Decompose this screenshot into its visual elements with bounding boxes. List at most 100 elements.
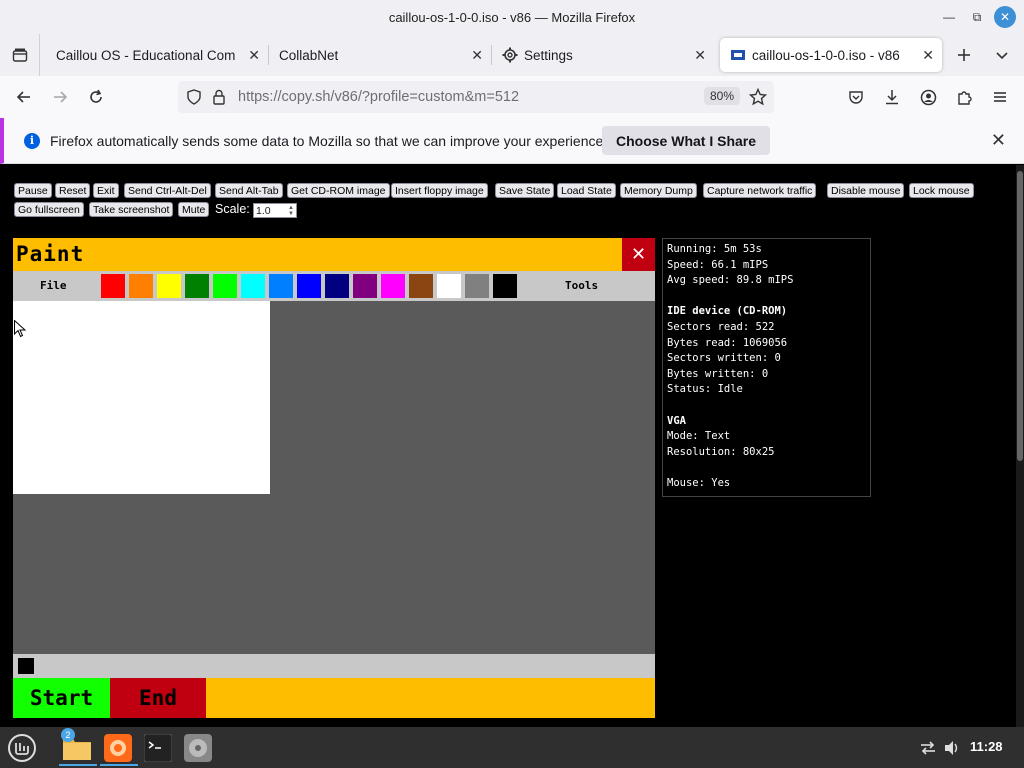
scale-label: Scale: — [215, 202, 250, 216]
pause-button[interactable]: Pause — [14, 183, 52, 198]
take-screenshot-button[interactable]: Take screenshot — [89, 202, 174, 217]
paint-file-menu[interactable]: File — [40, 279, 67, 292]
volume-icon[interactable] — [934, 730, 970, 766]
clock[interactable]: 11:28 — [970, 739, 1003, 754]
tab-collabnet[interactable]: CollabNet ✕ — [269, 38, 491, 72]
vm-screen[interactable]: Paint ✕ File Tools Start End — [13, 238, 655, 718]
color-swatch-sky-blue[interactable] — [269, 274, 293, 298]
extensions-icon[interactable] — [946, 81, 982, 113]
color-swatch-blue[interactable] — [297, 274, 321, 298]
color-swatch-navy[interactable] — [325, 274, 349, 298]
notification-close-icon[interactable]: ✕ — [991, 130, 1006, 151]
zoom-indicator[interactable]: 80% — [704, 87, 741, 105]
tab-v86[interactable]: caillou-os-1-0-0.iso - v86 ✕ — [720, 38, 942, 72]
color-swatch-green[interactable] — [213, 274, 237, 298]
scale-input[interactable]: 1.0 ▲ ▼ — [253, 203, 297, 218]
url-text[interactable]: https://copy.sh/v86/?profile=custom&m=51… — [238, 89, 519, 105]
color-swatch-yellow[interactable] — [157, 274, 181, 298]
start-button[interactable]: Start — [13, 678, 110, 718]
stat-running: Running: 5m 53s — [667, 243, 762, 255]
mouse-pointer-icon — [14, 320, 26, 338]
color-swatch-magenta[interactable] — [381, 274, 405, 298]
color-swatch-cyan[interactable] — [241, 274, 265, 298]
new-tab-icon[interactable] — [946, 39, 982, 71]
end-button[interactable]: End — [110, 678, 206, 718]
terminal-icon[interactable] — [140, 730, 176, 766]
color-swatch-white[interactable] — [437, 274, 461, 298]
emulator-stats-panel: Running: 5m 53s Speed: 66.1 mIPS Avg spe… — [662, 238, 871, 497]
paint-canvas[interactable] — [13, 301, 270, 494]
maximize-icon[interactable]: ⧉ — [966, 6, 988, 28]
choose-what-i-share-button[interactable]: Choose What I Share — [602, 126, 771, 155]
color-swatch-brown[interactable] — [409, 274, 433, 298]
color-swatch-black[interactable] — [493, 274, 517, 298]
hamburger-menu-icon[interactable] — [982, 81, 1018, 113]
navigation-toolbar: https://copy.sh/v86/?profile=custom&m=51… — [0, 76, 1024, 118]
account-icon[interactable] — [910, 81, 946, 113]
scrollbar-thumb[interactable] — [1017, 171, 1023, 461]
color-swatch-purple[interactable] — [353, 274, 377, 298]
list-all-tabs-icon[interactable] — [0, 34, 40, 76]
minimize-icon[interactable]: — — [938, 6, 960, 28]
stat-status: Status: Idle — [667, 383, 743, 396]
bookmark-star-icon[interactable] — [740, 81, 776, 113]
tab-settings[interactable]: Settings ✕ — [492, 38, 714, 72]
disable-mouse-button[interactable]: Disable mouse — [827, 183, 905, 198]
tab-close-icon[interactable]: ✕ — [471, 47, 483, 64]
paint-status-bar — [13, 654, 655, 678]
send-alt-tab-button[interactable]: Send Alt-Tab — [215, 183, 283, 198]
tab-close-icon[interactable]: ✕ — [248, 47, 260, 64]
firefox-icon[interactable] — [100, 730, 138, 766]
tab-close-icon[interactable]: ✕ — [694, 47, 706, 64]
page-scrollbar[interactable] — [1016, 165, 1024, 727]
mint-menu-icon[interactable] — [4, 730, 40, 766]
tab-overflow-chevron-icon[interactable] — [984, 39, 1020, 71]
v86-favicon-icon — [731, 50, 745, 60]
scale-spinner-icon[interactable]: ▲ ▼ — [288, 205, 294, 217]
exit-button[interactable]: Exit — [93, 183, 119, 198]
scale-value[interactable]: 1.0 — [256, 205, 271, 217]
insert-floppy-image-button[interactable]: Insert floppy image — [391, 183, 488, 198]
get-cdrom-image-button[interactable]: Get CD-ROM image — [287, 183, 390, 198]
memory-dump-button[interactable]: Memory Dump — [620, 183, 697, 198]
paint-title: Paint — [16, 242, 85, 266]
lock-mouse-button[interactable]: Lock mouse — [909, 183, 974, 198]
downloads-icon[interactable] — [874, 81, 910, 113]
color-swatch-orange[interactable] — [129, 274, 153, 298]
send-ctrl-alt-del-button[interactable]: Send Ctrl-Alt-Del — [124, 183, 211, 198]
pocket-icon[interactable] — [838, 81, 874, 113]
close-window-icon[interactable]: ✕ — [994, 6, 1016, 28]
forward-arrow-icon[interactable] — [42, 81, 78, 113]
tab-label: CollabNet — [279, 47, 339, 63]
color-swatch-red[interactable] — [101, 274, 125, 298]
back-arrow-icon[interactable] — [6, 81, 42, 113]
stat-sectors-written: Sectors written: 0 — [667, 352, 781, 365]
disk-app-icon[interactable] — [180, 730, 216, 766]
stat-spacer — [667, 290, 866, 306]
go-fullscreen-button[interactable]: Go fullscreen — [14, 202, 84, 217]
tab-close-icon[interactable]: ✕ — [922, 47, 934, 64]
stat-mode: Mode: Text — [667, 430, 731, 443]
reload-icon[interactable] — [78, 81, 114, 113]
tab-caillou-os[interactable]: Caillou OS - Educational Compu ✕ — [46, 38, 268, 72]
stat-vga-header: VGA — [667, 414, 686, 427]
gear-icon — [502, 47, 518, 63]
paint-tools-menu[interactable]: Tools — [565, 279, 598, 292]
shield-icon[interactable] — [186, 89, 202, 105]
paint-close-icon[interactable]: ✕ — [622, 238, 655, 271]
load-state-button[interactable]: Load State — [557, 183, 616, 198]
info-icon: i — [24, 132, 40, 149]
capture-network-traffic-button[interactable]: Capture network traffic — [703, 183, 817, 198]
lock-icon[interactable] — [212, 89, 226, 105]
mute-button[interactable]: Mute — [178, 202, 210, 217]
save-state-button[interactable]: Save State — [495, 183, 555, 198]
notification-message: Firefox automatically sends some data to… — [50, 132, 608, 149]
stat-mouse: Mouse: Yes — [667, 476, 731, 489]
window-titlebar: caillou-os-1-0-0.iso - v86 — Mozilla Fir… — [0, 0, 1024, 34]
stat-sectors-read: Sectors read: 522 — [667, 320, 775, 333]
color-swatch-dark-green[interactable] — [185, 274, 209, 298]
color-swatch-gray[interactable] — [465, 274, 489, 298]
reset-button[interactable]: Reset — [55, 183, 91, 198]
url-bar[interactable]: https://copy.sh/v86/?profile=custom&m=51… — [178, 81, 774, 113]
window-controls: — ⧉ ✕ — [938, 6, 1016, 28]
